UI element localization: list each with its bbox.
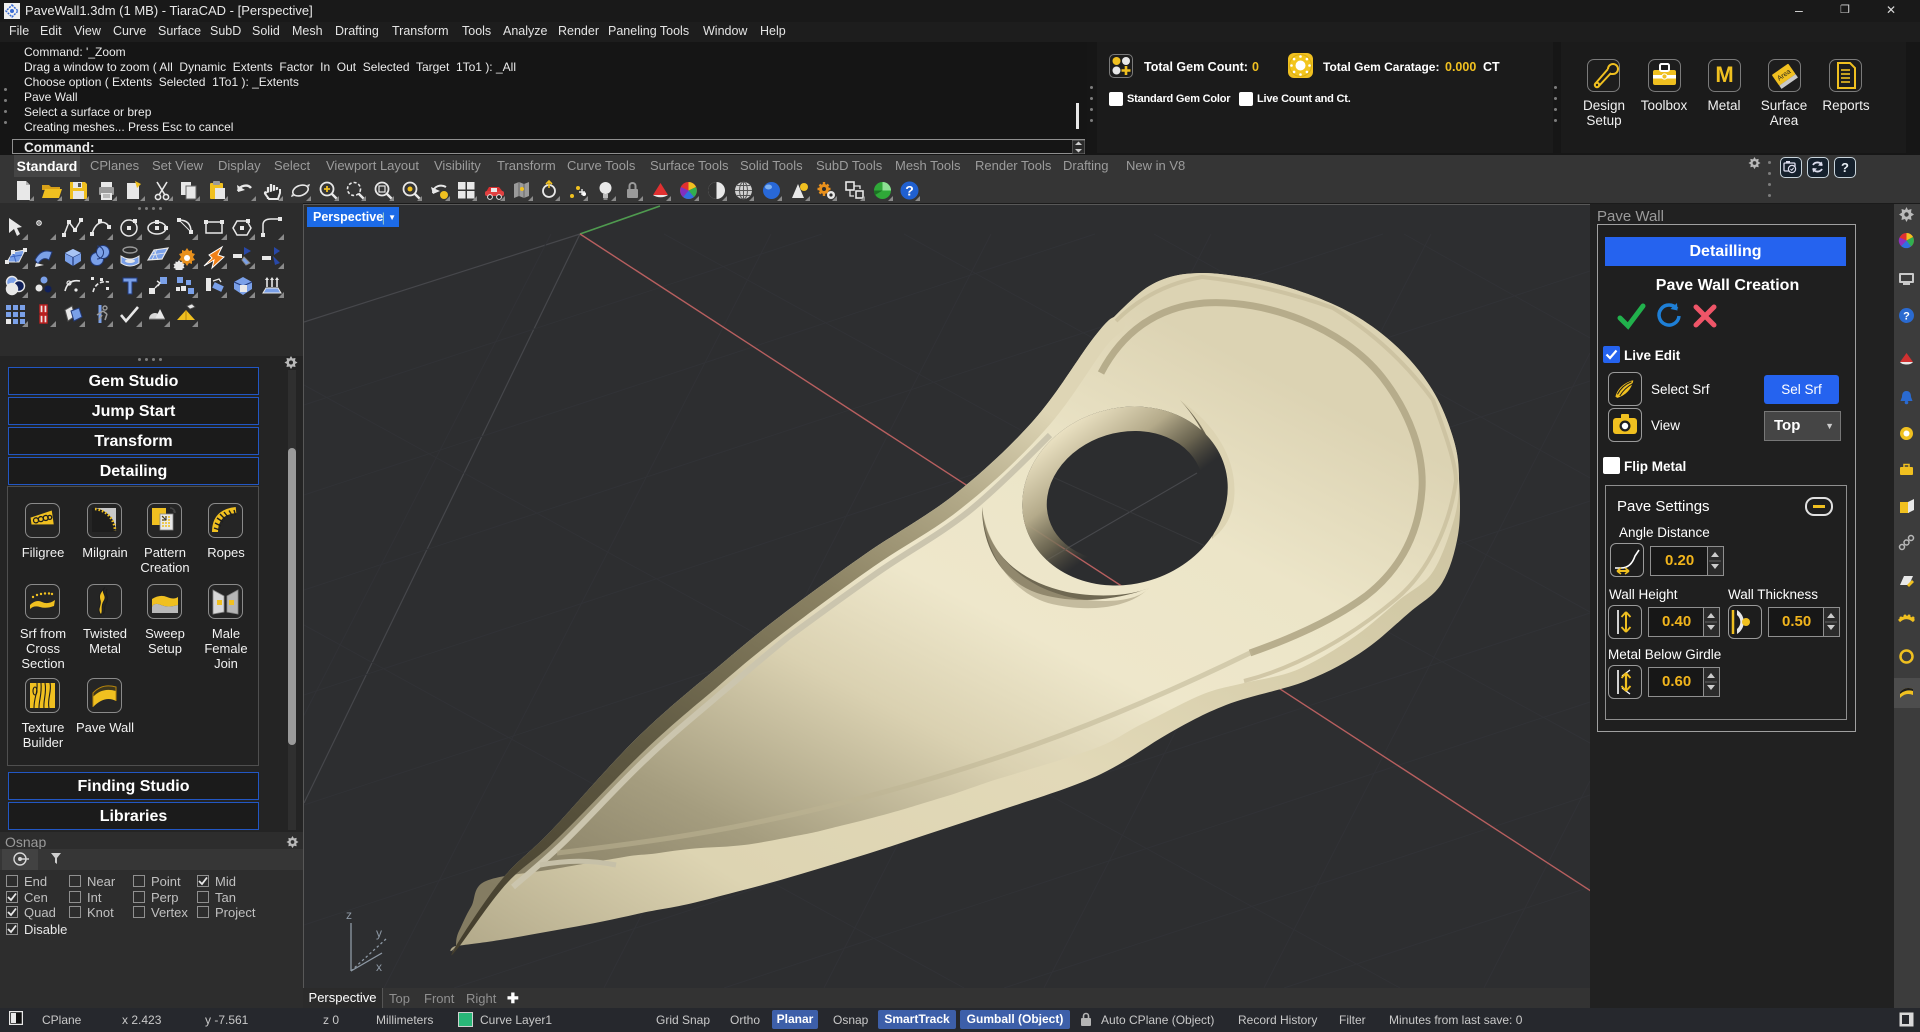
svg-text:z: z: [346, 908, 352, 922]
svg-text:?: ?: [906, 183, 915, 199]
svg-text:x: x: [376, 960, 382, 974]
svg-text:y: y: [376, 926, 382, 940]
svg-text:?: ?: [1903, 311, 1910, 323]
